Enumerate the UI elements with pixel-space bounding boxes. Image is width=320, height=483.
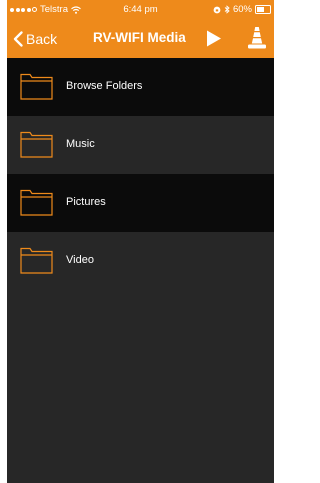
folder-list: Browse Folders Music Pictures Video bbox=[7, 58, 274, 290]
app-screen: Telstra 6:44 pm 60% Back RV-WIFI Media B… bbox=[7, 0, 274, 483]
list-item[interactable]: Video bbox=[7, 232, 274, 290]
status-bar: Telstra 6:44 pm 60% bbox=[7, 0, 274, 20]
list-item-label: Browse Folders bbox=[66, 80, 143, 92]
orientation-lock-icon bbox=[213, 6, 221, 13]
list-item[interactable]: Music bbox=[7, 116, 274, 174]
folder-icon bbox=[20, 247, 53, 274]
list-item-label: Music bbox=[66, 138, 95, 150]
list-item-label: Pictures bbox=[66, 196, 106, 208]
list-item[interactable]: Browse Folders bbox=[7, 58, 274, 116]
page-title: RV-WIFI Media bbox=[93, 30, 186, 45]
list-item[interactable]: Pictures bbox=[7, 174, 274, 232]
folder-icon bbox=[20, 73, 53, 100]
header: Telstra 6:44 pm 60% Back RV-WIFI Media bbox=[7, 0, 274, 58]
navigation-bar: Back RV-WIFI Media bbox=[7, 20, 274, 58]
battery-icon bbox=[255, 5, 271, 14]
bluetooth-icon bbox=[224, 5, 230, 14]
folder-icon bbox=[20, 131, 53, 158]
back-button[interactable]: Back bbox=[13, 27, 57, 51]
traffic-cone-icon[interactable] bbox=[247, 26, 267, 50]
play-icon[interactable] bbox=[206, 30, 222, 47]
list-item-label: Video bbox=[66, 254, 94, 266]
folder-icon bbox=[20, 189, 53, 216]
battery-fill bbox=[257, 7, 265, 12]
status-right: 60% bbox=[213, 4, 271, 15]
battery-percentage: 60% bbox=[232, 4, 252, 15]
chevron-left-icon bbox=[13, 31, 23, 47]
back-button-label: Back bbox=[26, 31, 58, 47]
